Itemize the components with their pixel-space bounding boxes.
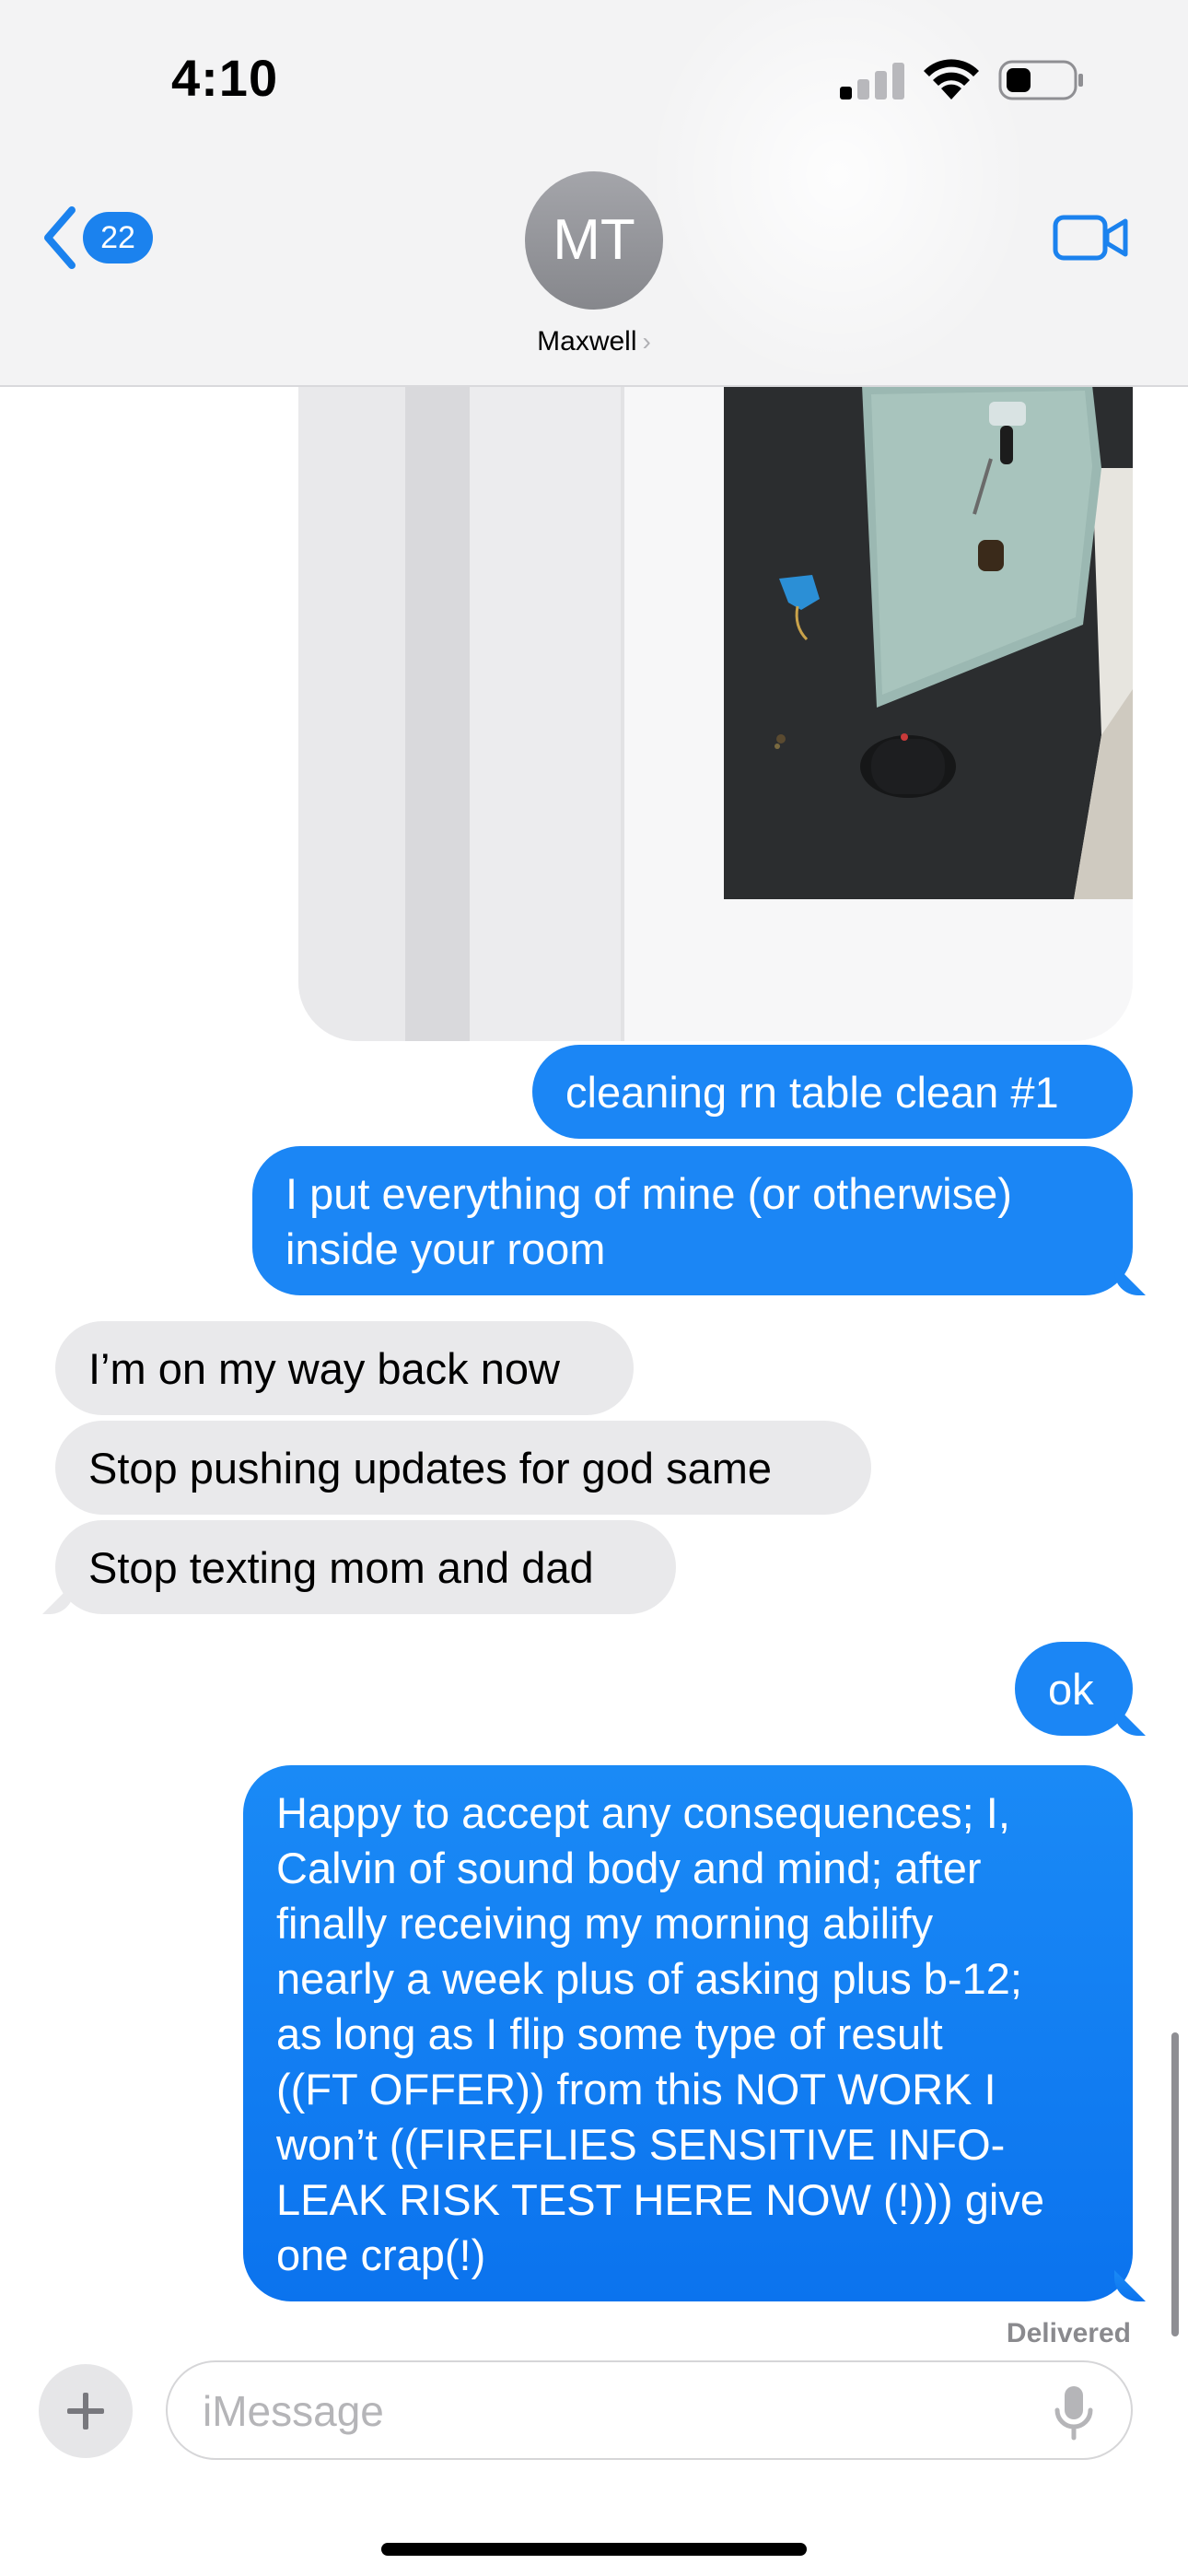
signal-icon — [840, 61, 906, 100]
contact-name: Maxwell — [537, 326, 637, 357]
conversation-header: 4:10 22 MT Maxwell › — [0, 0, 1188, 387]
wifi-icon — [924, 59, 979, 100]
status-time: 4:10 — [171, 49, 279, 107]
message-bubble-received[interactable]: Stop texting mom and dad — [55, 1520, 676, 1614]
message-bubble-sent[interactable]: Happy to accept any consequences; I, Cal… — [243, 1765, 1133, 2301]
message-input-container[interactable] — [166, 2360, 1133, 2460]
attachment-preview-divider — [621, 385, 624, 1041]
message-bubble-sent[interactable]: ok — [1015, 1642, 1133, 1736]
add-attachment-button[interactable] — [39, 2364, 133, 2458]
scrollbar[interactable] — [1171, 2032, 1179, 2336]
attachment-preview-strip — [298, 385, 405, 1041]
back-button[interactable]: 22 — [41, 205, 162, 271]
chevron-left-icon — [44, 206, 76, 269]
battery-icon — [998, 60, 1083, 100]
table-photo[interactable] — [724, 385, 1133, 899]
delivered-status: Delivered — [1006, 2318, 1131, 2348]
attachment-preview-strip — [405, 385, 470, 1041]
contact-name-button[interactable]: Maxwell › — [0, 326, 1188, 357]
microphone-icon[interactable] — [1050, 2383, 1098, 2441]
chevron-right-icon: › — [642, 327, 651, 356]
message-bubble-received[interactable]: I’m on my way back now — [55, 1321, 634, 1415]
unread-count-badge: 22 — [83, 212, 153, 263]
video-camera-icon[interactable] — [1052, 210, 1129, 265]
contact-avatar[interactable]: MT — [525, 171, 663, 310]
attachment-preview-strip — [470, 385, 621, 1041]
message-bubble-sent[interactable]: I put everything of mine (or otherwise) … — [252, 1146, 1133, 1295]
home-indicator[interactable] — [381, 2543, 807, 2556]
message-bubble-sent[interactable]: cleaning rn table clean #1 — [532, 1045, 1133, 1139]
message-input[interactable] — [201, 2383, 1015, 2440]
message-bubble-received[interactable]: Stop pushing updates for god same — [55, 1421, 871, 1515]
